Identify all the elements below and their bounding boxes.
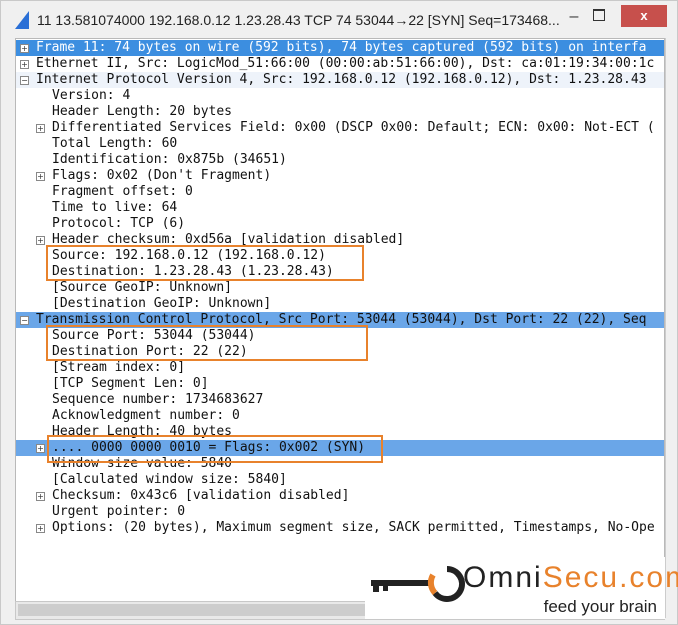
key-icon xyxy=(371,566,465,602)
tree-row-text: Time to live: 64 xyxy=(52,200,178,215)
tree-row[interactable]: [Calculated window size: 5840] xyxy=(16,472,664,488)
omnisecu-logo: OmniSecu.com feed your brain xyxy=(365,557,678,619)
expand-icon[interactable]: + xyxy=(36,492,45,501)
logo-text-dark: Omni xyxy=(463,561,543,594)
tree-row[interactable]: [Stream index: 0] xyxy=(16,360,664,376)
tree-row[interactable]: Acknowledgment number: 0 xyxy=(16,408,664,424)
tree-row[interactable]: Total Length: 60 xyxy=(16,136,664,152)
tree-row-text: Identification: 0x875b (34651) xyxy=(52,152,287,167)
tree-row-text: Frame 11: 74 bytes on wire (592 bits), 7… xyxy=(36,40,647,55)
tree-row-text: Options: (20 bytes), Maximum segment siz… xyxy=(52,520,655,535)
vertical-scrollbar[interactable] xyxy=(665,38,676,618)
tree-row[interactable]: Time to live: 64 xyxy=(16,200,664,216)
expand-icon[interactable]: + xyxy=(36,172,45,181)
tree-row[interactable]: [Destination GeoIP: Unknown] xyxy=(16,296,664,312)
tree-row[interactable]: Sequence number: 1734683627 xyxy=(16,392,664,408)
tree-row-text: [TCP Segment Len: 0] xyxy=(52,376,209,391)
packet-details-window: 11 13.581074000 192.168.0.12 1.23.28.43 … xyxy=(0,0,678,625)
tree-row-text: [Calculated window size: 5840] xyxy=(52,472,287,487)
packet-detail-tree[interactable]: + Frame 11: 74 bytes on wire (592 bits), … xyxy=(15,38,665,607)
wireshark-fin-icon xyxy=(15,11,29,29)
tree-row-text: Differentiated Services Field: 0x00 (DSC… xyxy=(52,120,655,135)
tree-row[interactable]: Version: 4 xyxy=(16,88,664,104)
annotation-box-ports xyxy=(46,325,368,361)
expand-icon[interactable]: + xyxy=(36,124,45,133)
expand-icon[interactable]: + xyxy=(20,60,29,69)
tree-row-text: Flags: 0x02 (Don't Fragment) xyxy=(52,168,272,183)
window-title: 11 13.581074000 192.168.0.12 1.23.28.43 … xyxy=(37,12,560,28)
annotation-box-ip-addresses xyxy=(46,245,364,281)
collapse-icon[interactable]: − xyxy=(20,76,29,85)
tree-row[interactable]: + Frame 11: 74 bytes on wire (592 bits), … xyxy=(16,40,664,56)
tree-row[interactable]: Protocol: TCP (6) xyxy=(16,216,664,232)
tree-row-text: Internet Protocol Version 4, Src: 192.16… xyxy=(36,72,647,87)
tree-row[interactable]: Fragment offset: 0 xyxy=(16,184,664,200)
expand-icon[interactable]: + xyxy=(20,44,29,53)
tree-row-text: [Destination GeoIP: Unknown] xyxy=(52,296,272,311)
tree-row[interactable]: + Flags: 0x02 (Don't Fragment) xyxy=(16,168,664,184)
minimize-button[interactable]: – xyxy=(561,7,587,27)
tree-row-text: Version: 4 xyxy=(52,88,131,103)
logo-text-orange: Secu.com xyxy=(542,561,678,594)
tree-row[interactable]: Urgent pointer: 0 xyxy=(16,504,664,520)
maximize-button[interactable] xyxy=(593,9,605,21)
tree-row-text: Ethernet II, Src: LogicMod_51:66:00 (00:… xyxy=(36,56,655,71)
title-bar: 11 13.581074000 192.168.0.12 1.23.28.43 … xyxy=(1,1,677,37)
expand-icon[interactable]: + xyxy=(36,444,45,453)
tree-row-text: Header Length: 20 bytes xyxy=(52,104,233,119)
tree-row[interactable]: [TCP Segment Len: 0] xyxy=(16,376,664,392)
tree-row-text: [Stream index: 0] xyxy=(52,360,186,375)
tree-row-text: Sequence number: 1734683627 xyxy=(52,392,264,407)
collapse-icon[interactable]: − xyxy=(20,316,29,325)
tree-row[interactable]: + Checksum: 0x43c6 [validation disabled] xyxy=(16,488,664,504)
tree-row[interactable]: − Internet Protocol Version 4, Src: 192.1… xyxy=(16,72,664,88)
annotation-box-flags xyxy=(47,435,383,463)
logo-tagline: feed your brain xyxy=(543,597,657,616)
tree-row-text: Total Length: 60 xyxy=(52,136,178,151)
tree-row[interactable]: [Source GeoIP: Unknown] xyxy=(16,280,664,296)
tree-row-text: Protocol: TCP (6) xyxy=(52,216,186,231)
tree-row-text: Urgent pointer: 0 xyxy=(52,504,186,519)
tree-row[interactable]: Header Length: 20 bytes xyxy=(16,104,664,120)
tree-row[interactable]: + Differentiated Services Field: 0x00 (DS… xyxy=(16,120,664,136)
expand-icon[interactable]: + xyxy=(36,236,45,245)
tree-row-text: Fragment offset: 0 xyxy=(52,184,193,199)
tree-row-text: Checksum: 0x43c6 [validation disabled] xyxy=(52,488,350,503)
expand-icon[interactable]: + xyxy=(36,524,45,533)
tree-row[interactable]: + Options: (20 bytes), Maximum segment si… xyxy=(16,520,664,536)
close-button[interactable]: x xyxy=(621,5,667,27)
tree-row-text: [Source GeoIP: Unknown] xyxy=(52,280,233,295)
tree-row[interactable]: Identification: 0x875b (34651) xyxy=(16,152,664,168)
tree-row-text: Acknowledgment number: 0 xyxy=(52,408,240,423)
tree-row[interactable]: + Ethernet II, Src: LogicMod_51:66:00 (00… xyxy=(16,56,664,72)
